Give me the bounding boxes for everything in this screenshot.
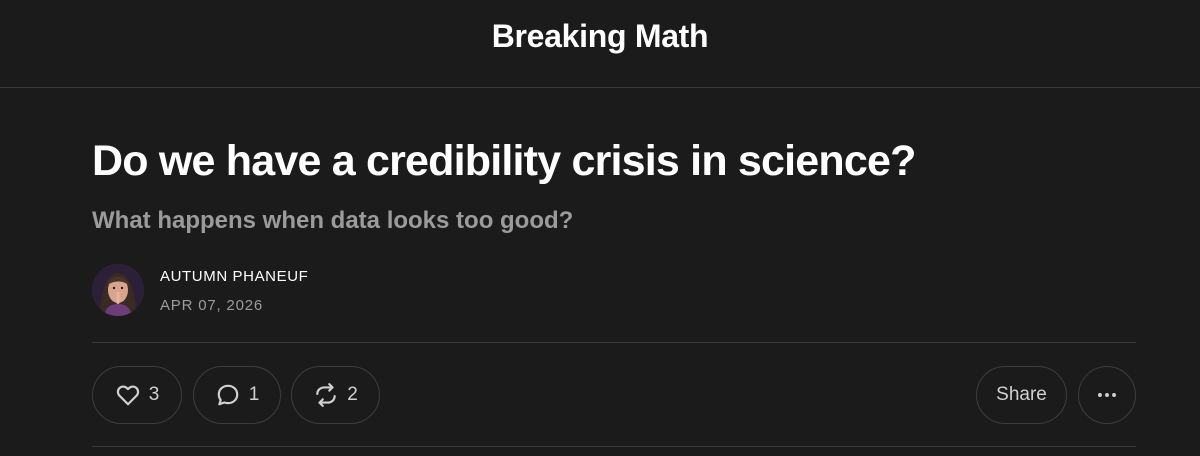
author-avatar[interactable] xyxy=(92,264,144,316)
post-page: Breaking Math Do we have a credibility c… xyxy=(0,0,1200,456)
share-button[interactable]: Share xyxy=(976,366,1067,424)
restack-count: 2 xyxy=(347,384,358,405)
comment-button[interactable]: 1 xyxy=(193,366,281,424)
comment-bubble-icon xyxy=(215,382,241,408)
like-count: 3 xyxy=(148,384,160,405)
post-title: Do we have a credibility crisis in scien… xyxy=(92,137,916,185)
like-button[interactable]: 3 xyxy=(92,366,182,424)
post-subtitle: What happens when data looks too good? xyxy=(92,207,574,234)
restack-button[interactable]: 2 xyxy=(291,366,380,424)
publication-header: Breaking Math xyxy=(0,0,1200,88)
divider-bottom xyxy=(92,446,1136,447)
ellipsis-icon xyxy=(1094,382,1120,408)
post-date: APR 07, 2026 xyxy=(160,297,263,314)
divider-top xyxy=(92,342,1136,343)
publication-name[interactable]: Breaking Math xyxy=(0,18,1200,55)
restack-icon xyxy=(313,382,339,408)
more-options-button[interactable] xyxy=(1078,366,1136,424)
author-photo xyxy=(92,264,144,316)
comment-count: 1 xyxy=(248,384,260,405)
author-name[interactable]: AUTUMN PHANEUF xyxy=(160,268,308,285)
heart-icon xyxy=(115,382,141,408)
